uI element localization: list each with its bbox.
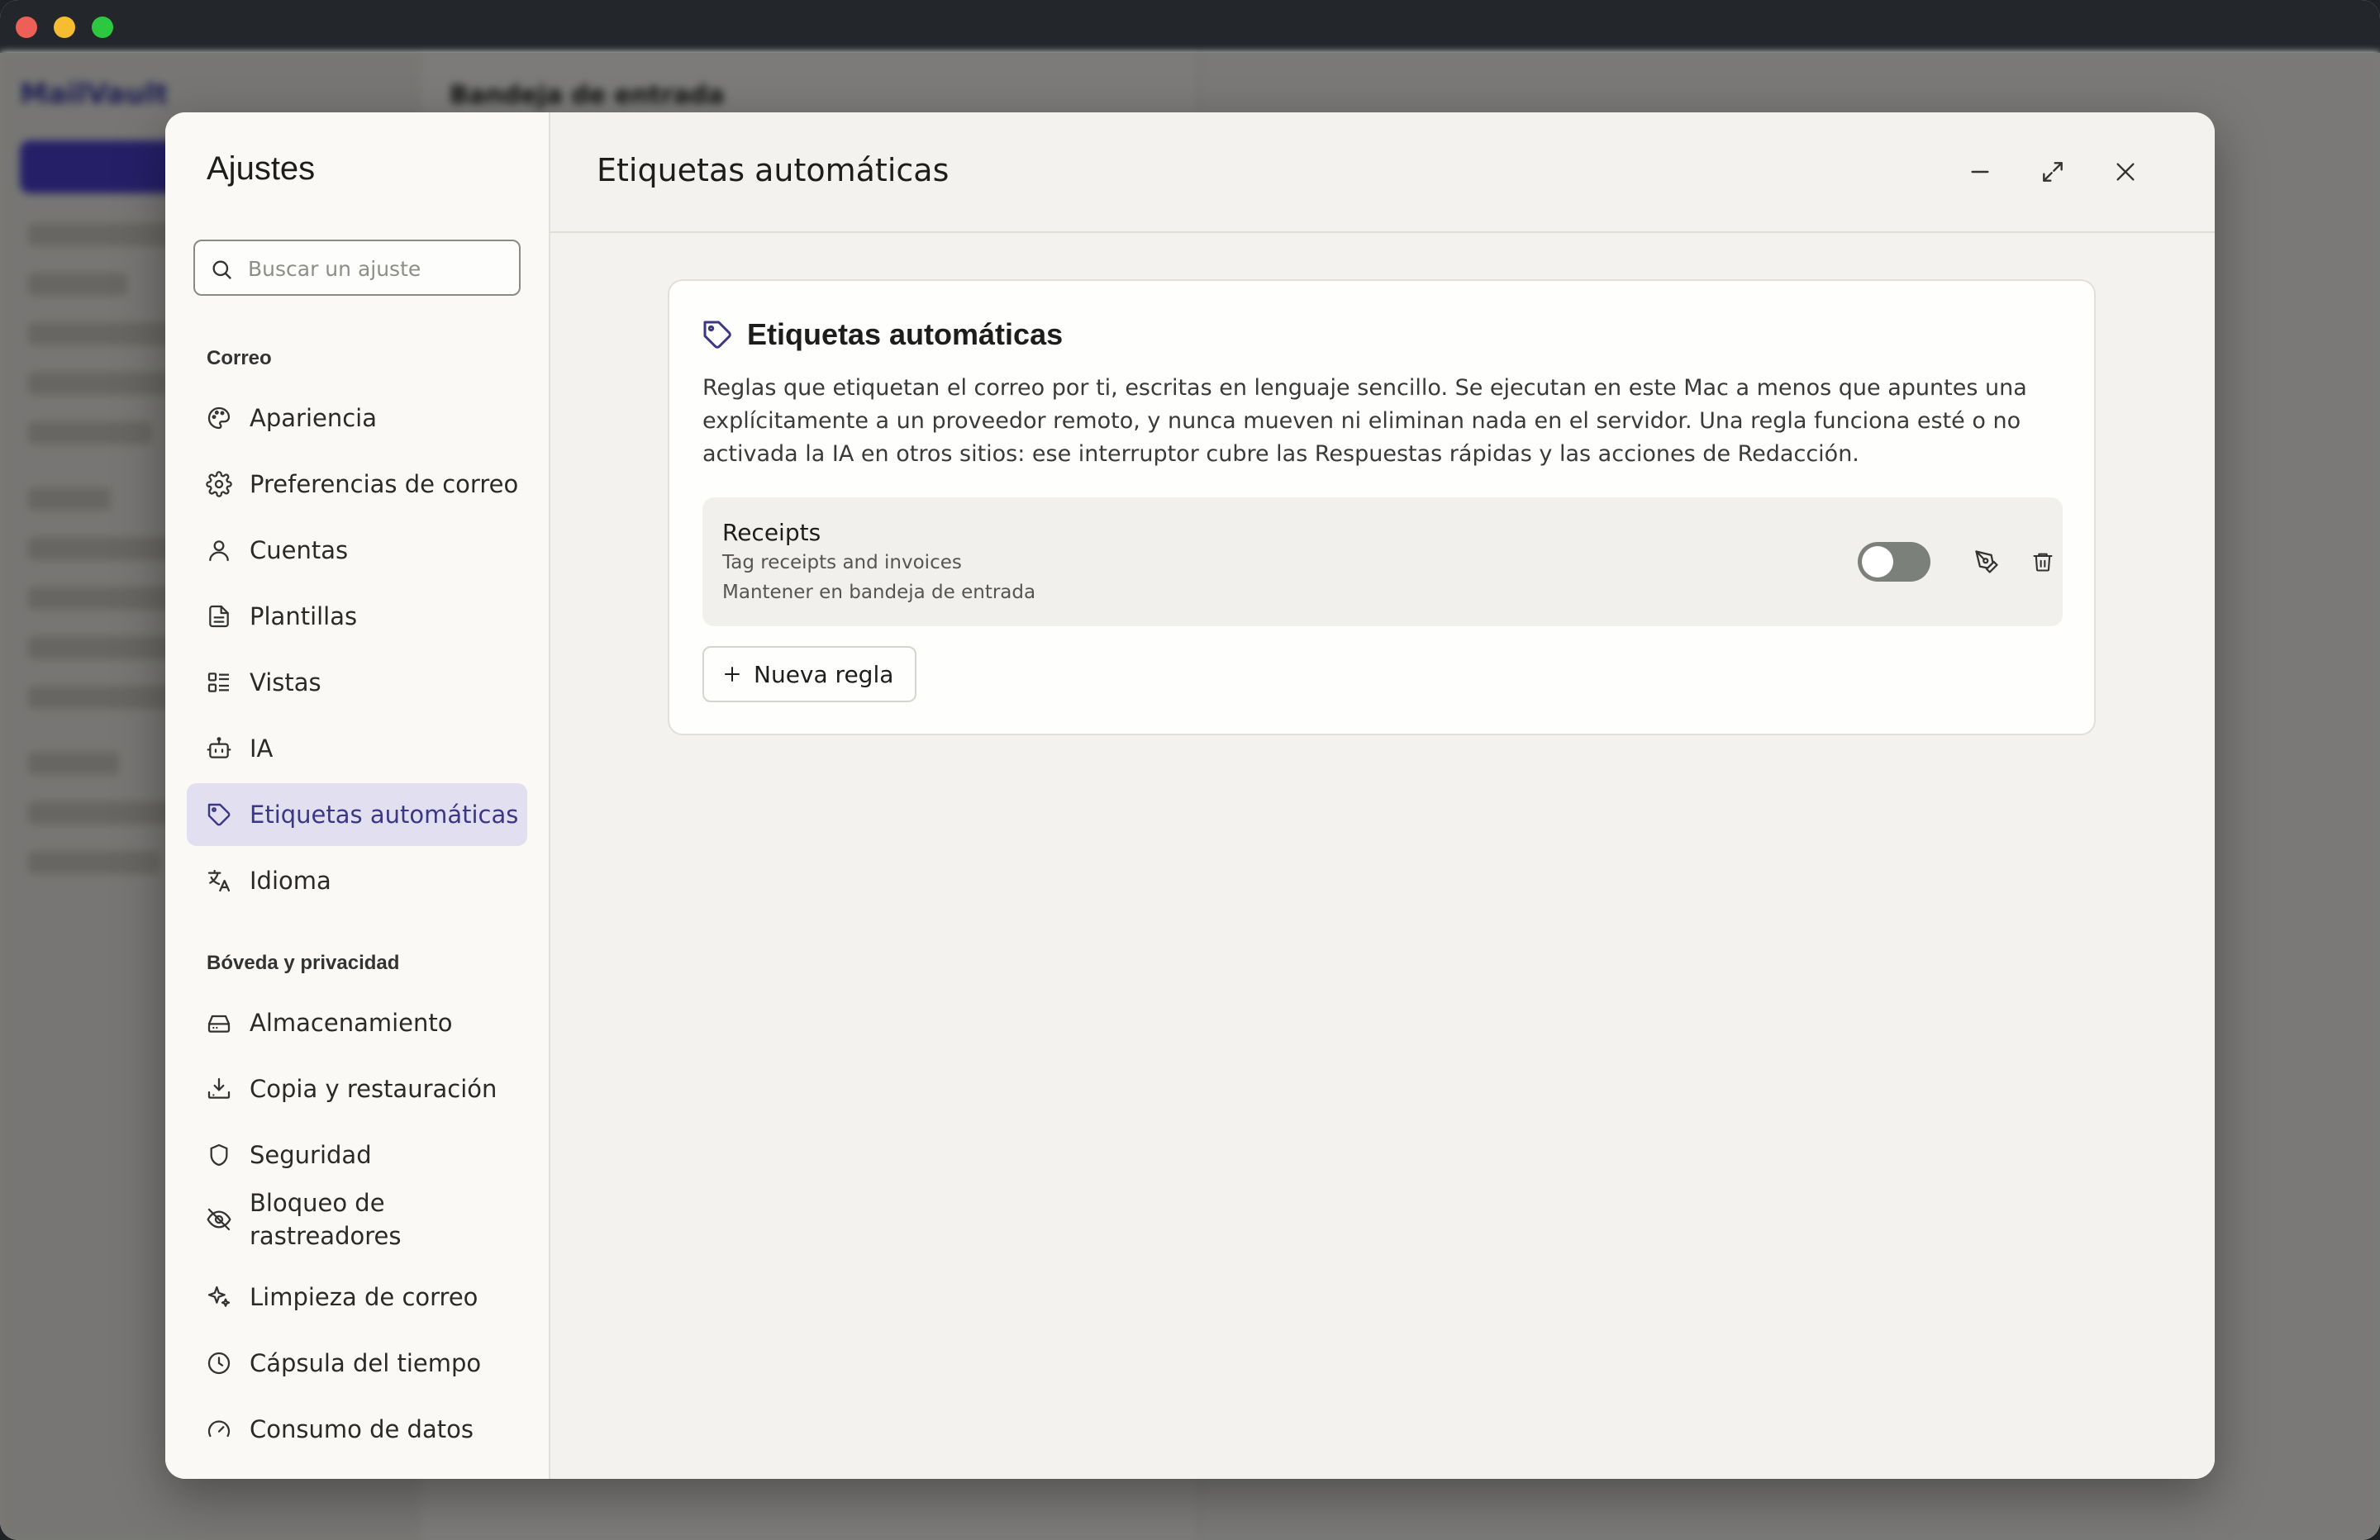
minimize-window-button[interactable] xyxy=(54,17,75,38)
nav-item-label: Copia y restauración xyxy=(250,1075,497,1103)
user-icon xyxy=(205,536,233,564)
nav-item-label: Plantillas xyxy=(250,602,358,630)
nav-item-almacenamiento[interactable]: Almacenamiento xyxy=(187,991,527,1054)
card-title: Etiquetas automáticas xyxy=(747,317,1064,351)
settings-title: Ajustes xyxy=(207,150,316,187)
tag-icon xyxy=(703,321,731,349)
plus-icon xyxy=(725,667,740,682)
eye-off-icon xyxy=(205,1205,233,1233)
nav-item-apariencia[interactable]: Apariencia xyxy=(187,387,527,449)
title-bar xyxy=(0,0,2380,53)
shield-icon xyxy=(205,1141,233,1169)
nav-item-capsula-tiempo[interactable]: Cápsula del tiempo xyxy=(187,1332,527,1395)
nav-item-label: Almacenamiento xyxy=(250,1009,453,1037)
nav-item-label: Preferencias de correo xyxy=(250,470,519,498)
new-rule-button[interactable]: Nueva regla xyxy=(702,646,917,702)
nav-item-label: Limpieza de correo xyxy=(250,1283,478,1311)
nav-item-label: Seguridad xyxy=(250,1141,372,1169)
gear-icon xyxy=(205,470,233,498)
rule-action: Mantener en bandeja de entrada xyxy=(722,582,1036,603)
expand-icon xyxy=(2043,162,2063,182)
auto-tags-card: Etiquetas automáticas Reglas que etiquet… xyxy=(668,279,2096,735)
section-boveda-privacidad: Bóveda y privacidad xyxy=(207,952,400,974)
list-view-icon xyxy=(205,668,233,696)
nav-item-etiquetas-automaticas[interactable]: Etiquetas automáticas xyxy=(187,783,527,846)
nav-item-preferencias-de-correo[interactable]: Preferencias de correo xyxy=(187,453,527,516)
nav-item-ia[interactable]: IA xyxy=(187,717,527,780)
page-title: Etiquetas automáticas xyxy=(597,152,950,188)
minus-icon xyxy=(1971,170,1989,173)
nav-item-consumo-datos[interactable]: Consumo de datos xyxy=(187,1398,527,1461)
expand-button[interactable] xyxy=(2033,152,2073,192)
translate-icon xyxy=(205,867,233,895)
clock-icon xyxy=(205,1349,233,1377)
nav-item-label: Bloqueo de rastreadores xyxy=(250,1189,402,1250)
rule-enabled-toggle[interactable] xyxy=(1858,542,1930,582)
nav-item-seguridad[interactable]: Seguridad xyxy=(187,1124,527,1186)
nav-item-label: Vistas xyxy=(250,668,321,696)
nav-item-cuentas[interactable]: Cuentas xyxy=(187,519,527,582)
nav-item-vistas[interactable]: Vistas xyxy=(187,651,527,714)
settings-search[interactable] xyxy=(193,240,521,296)
sparkles-icon xyxy=(205,1283,233,1311)
nav-item-limpieza-correo[interactable]: Limpieza de correo xyxy=(187,1266,527,1328)
nav-item-label: Cápsula del tiempo xyxy=(250,1349,482,1377)
pen-icon xyxy=(1975,550,1998,573)
nav-item-plantillas[interactable]: Plantillas xyxy=(187,585,527,648)
search-input[interactable] xyxy=(246,251,514,286)
drive-icon xyxy=(205,1009,233,1037)
close-icon xyxy=(2116,163,2135,181)
zoom-window-button[interactable] xyxy=(92,17,113,38)
nav-item-label: Idioma xyxy=(250,867,331,895)
palette-icon xyxy=(205,404,233,432)
nav-item-label: IA xyxy=(250,734,274,763)
nav-item-label: Etiquetas automáticas xyxy=(250,801,519,829)
toggle-knob xyxy=(1862,546,1893,578)
close-button[interactable] xyxy=(2106,152,2145,192)
nav-item-label: Apariencia xyxy=(250,404,377,432)
settings-sidebar: Ajustes Correo Apariencia Preferencias d… xyxy=(165,112,550,1479)
content-header: Etiquetas automáticas xyxy=(550,112,2215,233)
trash-icon xyxy=(2033,553,2053,572)
document-icon xyxy=(205,602,233,630)
tag-icon xyxy=(205,801,233,829)
delete-rule-button[interactable] xyxy=(2025,544,2061,580)
nav-item-label: Cuentas xyxy=(250,536,349,564)
card-description: Reglas que etiquetan el correo por ti, e… xyxy=(702,375,2027,467)
rule-name: Receipts xyxy=(722,519,821,546)
settings-content: Etiquetas automáticas Etiquetas automáti… xyxy=(550,112,2215,1479)
robot-icon xyxy=(205,734,233,763)
nav-item-label: Consumo de datos xyxy=(250,1415,474,1443)
rule-row: Receipts Tag receipts and invoices Mante… xyxy=(702,497,2063,626)
edit-rule-button[interactable] xyxy=(1968,544,2005,580)
new-rule-label: Nueva regla xyxy=(754,660,894,688)
search-icon xyxy=(212,260,231,279)
app-window: MailVault Bandeja de entrada Ajustes xyxy=(0,0,2380,1540)
rule-description: Tag receipts and invoices xyxy=(722,552,962,573)
download-icon xyxy=(205,1075,233,1103)
minimize-button[interactable] xyxy=(1960,152,2000,192)
gauge-icon xyxy=(205,1415,233,1443)
nav-item-bloqueo-rastreadores[interactable]: Bloqueo de rastreadores xyxy=(187,1178,527,1261)
settings-modal: Ajustes Correo Apariencia Preferencias d… xyxy=(165,112,2215,1479)
nav-item-idioma[interactable]: Idioma xyxy=(187,849,527,912)
section-correo: Correo xyxy=(207,347,272,369)
close-window-button[interactable] xyxy=(16,17,37,38)
nav-item-copia-restauracion[interactable]: Copia y restauración xyxy=(187,1058,527,1120)
card-header: Etiquetas automáticas xyxy=(701,317,1063,352)
